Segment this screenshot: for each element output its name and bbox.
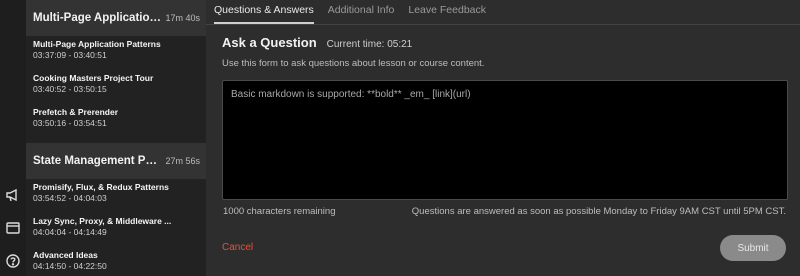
lesson-item[interactable]: Lazy Sync, Proxy, & Middleware ... 04:04… <box>26 213 206 247</box>
cancel-button[interactable]: Cancel <box>222 242 253 253</box>
lesson-time: 03:40:52 - 03:50:15 <box>33 84 107 94</box>
help-icon[interactable] <box>4 252 22 270</box>
qa-panel: Questions & Answers Additional Info Leav… <box>206 0 800 276</box>
lesson-title: Prefetch & Prerender <box>33 107 119 117</box>
lesson-item[interactable]: Cooking Masters Project Tour 03:40:52 - … <box>26 70 206 104</box>
lesson-time: 03:37:09 - 03:40:51 <box>33 50 107 60</box>
lesson-time: 04:14:50 - 04:22:50 <box>33 261 107 271</box>
lesson-title: Advanced Ideas <box>33 250 98 260</box>
lesson-item[interactable]: Prefetch & Prerender 03:50:16 - 03:54:51 <box>26 104 206 138</box>
form-instructions: Use this form to ask questions about les… <box>222 58 485 69</box>
section-title: Multi-Page Application ... <box>33 12 163 24</box>
lesson-item[interactable]: Promisify, Flux, & Redux Patterns 03:54:… <box>26 179 206 213</box>
tab-leave-feedback[interactable]: Leave Feedback <box>408 4 486 24</box>
form-header: Ask a Question Current time: 05:21 <box>222 35 412 50</box>
submit-button[interactable]: Submit <box>720 235 786 261</box>
lesson-title: Promisify, Flux, & Redux Patterns <box>33 182 169 192</box>
current-time: Current time: 05:21 <box>326 39 413 50</box>
lesson-title: Cooking Masters Project Tour <box>33 73 154 83</box>
lesson-item[interactable]: Advanced Ideas 04:14:50 - 04:22:50 <box>26 247 206 276</box>
lesson-title: Lazy Sync, Proxy, & Middleware ... <box>33 216 172 226</box>
tab-additional-info[interactable]: Additional Info <box>328 4 395 24</box>
characters-remaining: 1000 characters remaining <box>223 206 336 217</box>
lesson-title: Multi-Page Application Patterns <box>33 39 161 49</box>
icon-rail <box>0 0 26 276</box>
megaphone-icon[interactable] <box>4 186 22 204</box>
section-header[interactable]: State Management Patt... 27m 56s <box>26 143 206 179</box>
lesson-sidebar: Multi-Page Application ... 17m 40s Multi… <box>26 0 206 276</box>
section-duration: 17m 40s <box>165 13 200 23</box>
lesson-time: 03:50:16 - 03:54:51 <box>33 118 107 128</box>
section-header[interactable]: Multi-Page Application ... 17m 40s <box>26 0 206 36</box>
page-title: Ask a Question <box>222 35 317 50</box>
answer-hours-note: Questions are answered as soon as possib… <box>411 206 786 217</box>
window-icon[interactable] <box>4 219 22 237</box>
tab-questions-answers[interactable]: Questions & Answers <box>214 4 314 24</box>
section-title: State Management Patt... <box>33 155 163 167</box>
tab-bar: Questions & Answers Additional Info Leav… <box>206 0 800 25</box>
lesson-time: 04:04:04 - 04:14:49 <box>33 227 107 237</box>
lesson-time: 03:54:52 - 04:04:03 <box>33 193 107 203</box>
section-duration: 27m 56s <box>165 156 200 166</box>
lesson-item[interactable]: Multi-Page Application Patterns 03:37:09… <box>26 36 206 70</box>
question-input[interactable]: Basic markdown is supported: **bold** _e… <box>222 80 788 200</box>
